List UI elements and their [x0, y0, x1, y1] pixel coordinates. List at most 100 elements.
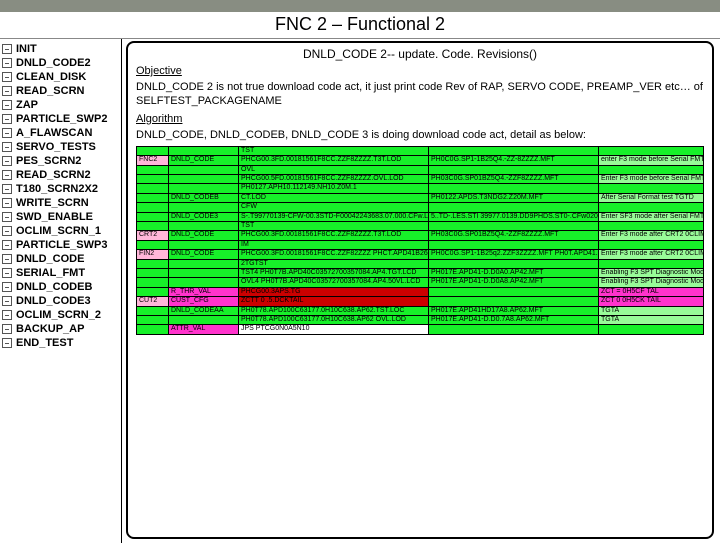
tree-item-label: PES_SCRN2 — [16, 155, 81, 167]
expand-icon[interactable] — [2, 268, 12, 278]
tree-item-label: CLEAN_DISK — [16, 71, 86, 83]
table-cell: CUST_CFG — [169, 297, 239, 306]
tree-item-swd_enable[interactable]: SWD_ENABLE — [2, 210, 119, 224]
expand-icon[interactable] — [2, 114, 12, 124]
expand-icon[interactable] — [2, 296, 12, 306]
tree-item-backup_ap[interactable]: BACKUP_AP — [2, 322, 119, 336]
expand-icon[interactable] — [2, 254, 12, 264]
table-row: CFW — [137, 203, 704, 212]
tree-item-read_scrn[interactable]: READ_SCRN — [2, 84, 119, 98]
table-cell: Enabling F3 SPT Diagnostic Mode TGT5 — [599, 278, 704, 287]
tree-item-t180_scrn2x2[interactable]: T180_SCRN2X2 — [2, 182, 119, 196]
tree-item-clean_disk[interactable]: CLEAN_DISK — [2, 70, 119, 84]
table-cell — [429, 222, 599, 231]
expand-icon[interactable] — [2, 282, 12, 292]
tree-item-init[interactable]: INIT — [2, 42, 119, 56]
expand-icon[interactable] — [2, 142, 12, 152]
tree-item-servo_tests[interactable]: SERVO_TESTS — [2, 140, 119, 154]
expand-icon[interactable] — [2, 240, 12, 250]
expand-icon[interactable] — [2, 72, 12, 82]
table-cell — [429, 259, 599, 268]
table-cell: IM — [239, 240, 429, 249]
tree-item-particle_swp3[interactable]: PARTICLE_SWP3 — [2, 238, 119, 252]
table-cell: TST4 PH0T7B.APD40C03572700357084.AP4.TGT… — [239, 268, 429, 277]
tree-item-oclim_scrn_1[interactable]: OCLIM_SCRN_1 — [2, 224, 119, 238]
expand-icon[interactable] — [2, 86, 12, 96]
expand-icon[interactable] — [2, 170, 12, 180]
main-area: INITDNLD_CODE2CLEAN_DISKREAD_SCRNZAPPART… — [0, 39, 720, 543]
table-row: TST — [137, 222, 704, 231]
table-cell — [599, 240, 704, 249]
table-row: FNC2DNLD_CODEPHCG00.3FD.00181561F8CC.ZZF… — [137, 156, 704, 165]
table-cell: PH0127.APH10.112149.NH10.Z0M.1 — [239, 184, 429, 193]
table-cell — [169, 175, 239, 184]
expand-icon[interactable] — [2, 44, 12, 54]
tree-item-pes_scrn2[interactable]: PES_SCRN2 — [2, 154, 119, 168]
tree-item-zap[interactable]: ZAP — [2, 98, 119, 112]
expand-icon[interactable] — [2, 198, 12, 208]
table-cell: PH017E.APD41HD17A8.AP62.MFT — [429, 306, 599, 315]
tree-item-dnld_code2[interactable]: DNLD_CODE2 — [2, 56, 119, 70]
table-cell: Enter F3 mode after CRT2 0CLIM_SCFN stat… — [599, 231, 704, 240]
tree-item-label: BACKUP_AP — [16, 323, 84, 335]
expand-icon[interactable] — [2, 184, 12, 194]
table-cell — [137, 175, 169, 184]
table-cell: CT.LOD — [239, 193, 429, 202]
table-cell — [169, 184, 239, 193]
tree-item-end_test[interactable]: END_TEST — [2, 336, 119, 350]
tree-item-oclim_scrn_2[interactable]: OCLIM_SCRN_2 — [2, 308, 119, 322]
table-cell — [429, 165, 599, 174]
expand-icon[interactable] — [2, 128, 12, 138]
table-cell — [137, 306, 169, 315]
table-cell: FIN2 — [137, 250, 169, 259]
expand-icon[interactable] — [2, 100, 12, 110]
table-cell: Enter F3 mode after CRT2 0CLIM_SCFN stat… — [599, 250, 704, 259]
table-cell: DNLD_CODEAA — [169, 306, 239, 315]
table-row: TST — [137, 146, 704, 155]
table-cell: Enabling F3 SPT Diagnostic Mode TGT5 — [599, 268, 704, 277]
expand-icon[interactable] — [2, 156, 12, 166]
table-cell: PH017E.APD41-D.D0.7A8.AP62.MFT — [429, 315, 599, 324]
table-row: OVL — [137, 165, 704, 174]
tree-item-dnld_codeb[interactable]: DNLD_CODEB — [2, 280, 119, 294]
table-cell — [599, 259, 704, 268]
expand-icon[interactable] — [2, 310, 12, 320]
expand-icon[interactable] — [2, 226, 12, 236]
tree-item-label: T180_SCRN2X2 — [16, 183, 98, 195]
expand-icon[interactable] — [2, 58, 12, 68]
table-cell — [137, 315, 169, 324]
table-cell — [429, 146, 599, 155]
tree-sidebar: INITDNLD_CODE2CLEAN_DISKREAD_SCRNZAPPART… — [0, 39, 122, 543]
tree-item-serial_fmt[interactable]: SERIAL_FMT — [2, 266, 119, 280]
table-cell: ZCT = 0H5CF TAL — [599, 287, 704, 296]
objective-heading: Objective — [136, 65, 704, 77]
tree-item-dnld_code[interactable]: DNLD_CODE — [2, 252, 119, 266]
table-row: PH0127.APH10.112149.NH10.Z0M.1 — [137, 184, 704, 193]
table-cell: PH03C0G.SP01BZ5Q4.-ZZF8ZZZZ.MFT — [429, 175, 599, 184]
table-row: PHCG00.5FD.00181561F8CC.ZZF8ZZZZ.OVL.LOD… — [137, 175, 704, 184]
tree-item-write_scrn[interactable]: WRITE_SCRN — [2, 196, 119, 210]
table-cell — [137, 287, 169, 296]
table-cell: S-.T99770139-CFW-00.3STD-F00042243683.07… — [239, 212, 429, 221]
expand-icon[interactable] — [2, 212, 12, 222]
download-code-table: TSTFNC2DNLD_CODEPHCG00.3FD.00181561F8CC.… — [136, 146, 704, 335]
table-cell — [169, 268, 239, 277]
tree-item-label: PARTICLE_SWP3 — [16, 239, 107, 251]
table-cell — [429, 297, 599, 306]
expand-icon[interactable] — [2, 338, 12, 348]
tree-item-dnld_code3[interactable]: DNLD_CODE3 — [2, 294, 119, 308]
table-cell: OVL — [239, 165, 429, 174]
tree-item-label: DNLD_CODEB — [16, 281, 92, 293]
table-cell — [137, 240, 169, 249]
tree-item-particle_swp2[interactable]: PARTICLE_SWP2 — [2, 112, 119, 126]
algorithm-heading: Algorithm — [136, 113, 704, 125]
table-cell: DNLD_CODE — [169, 156, 239, 165]
tree-item-label: OCLIM_SCRN_2 — [16, 309, 101, 321]
table-cell: ZCTT 0 .5.DCKTAIL — [239, 297, 429, 306]
algorithm-text: DNLD_CODE, DNLD_CODEB, DNLD_CODE 3 is do… — [136, 128, 704, 142]
tree-item-read_scrn2[interactable]: READ_SCRN2 — [2, 168, 119, 182]
expand-icon[interactable] — [2, 324, 12, 334]
table-cell — [169, 278, 239, 287]
table-row: ATTR_VALJPS PTCG0N0A5N10 — [137, 325, 704, 334]
tree-item-a_flawscan[interactable]: A_FLAWSCAN — [2, 126, 119, 140]
